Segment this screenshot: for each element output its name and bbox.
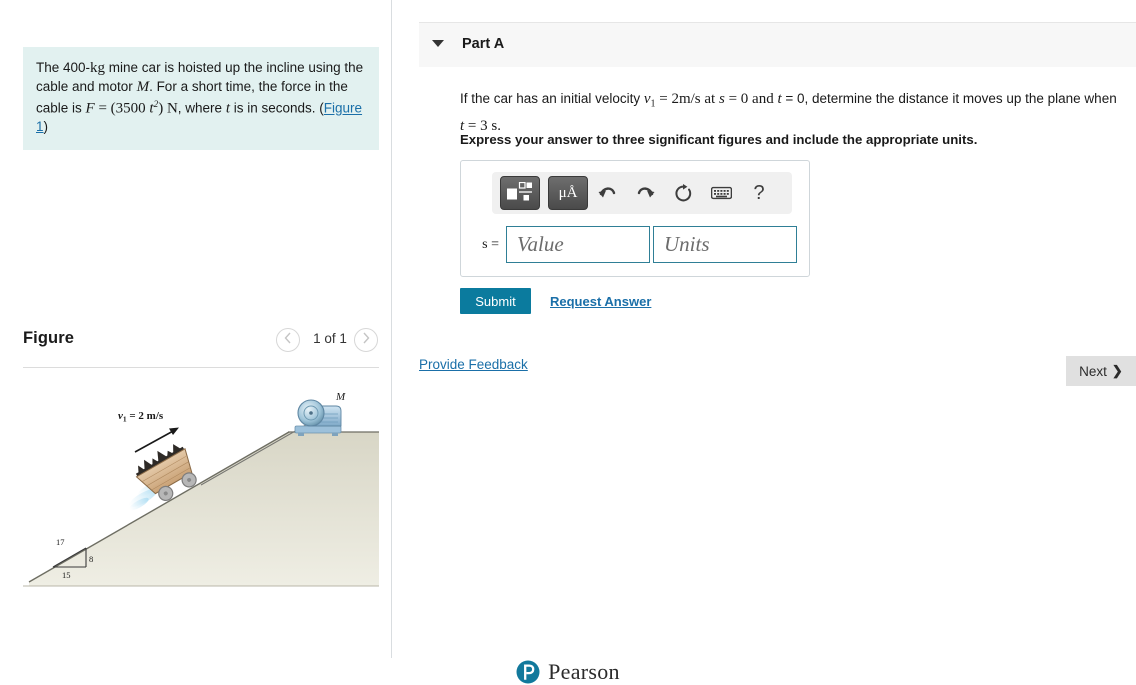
triangle-hyp-label: 17 — [56, 537, 65, 547]
next-button-label: Next — [1079, 363, 1107, 379]
force-close: ) — [158, 100, 167, 117]
incline-ground — [29, 432, 379, 586]
problem-page: The 400-kg mine car is hoisted up the in… — [0, 0, 1136, 685]
micro-angstrom-icon[interactable]: μÅ — [548, 176, 588, 210]
reset-icon[interactable] — [672, 182, 694, 204]
provide-feedback-link[interactable]: Provide Feedback — [419, 357, 528, 372]
problem-text-5: is in seconds. ( — [229, 100, 324, 116]
pearson-mark-icon — [516, 660, 540, 683]
figure-pager-label: 1 of 1 — [313, 331, 347, 346]
chevron-right-icon: ❯ — [1111, 363, 1123, 378]
right-panel: Part A If the car has an initial velocit… — [393, 0, 1136, 658]
figure-prev-button[interactable] — [276, 328, 300, 352]
figure-next-button[interactable] — [354, 328, 378, 352]
answer-label: s = — [482, 236, 499, 252]
triangle-vert-label: 8 — [89, 554, 93, 564]
question-p3: = 0 and — [724, 91, 778, 107]
question-p2: = 2m/s at — [655, 91, 719, 107]
force-symbol: F — [85, 100, 95, 117]
force-unit: N — [166, 100, 178, 117]
problem-text-1: The 400- — [36, 60, 91, 75]
mass-unit: kg — [90, 60, 106, 76]
mine-car-incline-diagram: 17 8 15 v1 = 2 m/s M — [23, 391, 379, 587]
pearson-wordmark: Pearson — [548, 658, 620, 684]
problem-text-4: , where — [177, 100, 226, 116]
pearson-logo-icon: Pearson — [516, 659, 620, 685]
velocity-arrow — [134, 427, 179, 453]
keyboard-icon[interactable] — [710, 182, 732, 204]
page-footer: Pearson — [0, 658, 1136, 685]
velocity-label: v1 = 2 m/s — [118, 410, 164, 424]
problem-statement: The 400-kg mine car is hoisted up the in… — [23, 47, 379, 150]
figure-title: Figure — [23, 329, 75, 347]
part-a-title: Part A — [462, 36, 505, 52]
question-p1: If the car has an initial velocity — [460, 91, 644, 106]
motor-assembly: M — [294, 391, 346, 436]
figure-diagram: 17 8 15 v1 = 2 m/s M — [23, 390, 379, 610]
force-equation: = (3500 — [94, 100, 150, 117]
left-panel: The 400-kg mine car is hoisted up the in… — [0, 0, 392, 658]
math-template-icon[interactable] — [500, 176, 540, 210]
answer-instruction: Express your answer to three significant… — [460, 132, 978, 147]
answer-value-input[interactable] — [506, 226, 650, 263]
answer-toolbar: μÅ ? — [492, 172, 792, 214]
question-p4: = 0, determine the distance it moves up … — [781, 91, 1117, 106]
motor-label: M — [335, 391, 346, 403]
chevron-left-icon — [284, 332, 291, 344]
triangle-horiz-label: 15 — [62, 570, 71, 580]
answer-input-row: s = — [473, 226, 797, 263]
submit-button[interactable]: Submit — [460, 288, 531, 314]
micro-angstrom-label: μÅ — [558, 184, 578, 201]
help-label: ? — [753, 181, 765, 204]
undo-icon[interactable] — [596, 182, 618, 204]
velocity-symbol: v — [643, 91, 651, 107]
request-answer-link[interactable]: Request Answer — [550, 294, 651, 309]
caret-down-icon[interactable] — [432, 40, 444, 47]
figure-header: Figure 1 of 1 — [23, 326, 379, 368]
problem-text-6: ) — [43, 119, 49, 134]
question-text: If the car has an initial velocity v1 = … — [460, 88, 1120, 137]
answer-units-input[interactable] — [653, 226, 797, 263]
redo-icon[interactable] — [634, 182, 656, 204]
help-icon[interactable]: ? — [748, 182, 770, 204]
answer-entry-box: μÅ ? s = Value Units — [460, 160, 810, 277]
chevron-right-icon — [363, 332, 370, 344]
motor-symbol: M — [136, 78, 150, 95]
next-button[interactable]: Next ❯ — [1066, 356, 1136, 386]
part-a-header[interactable]: Part A — [419, 22, 1136, 67]
